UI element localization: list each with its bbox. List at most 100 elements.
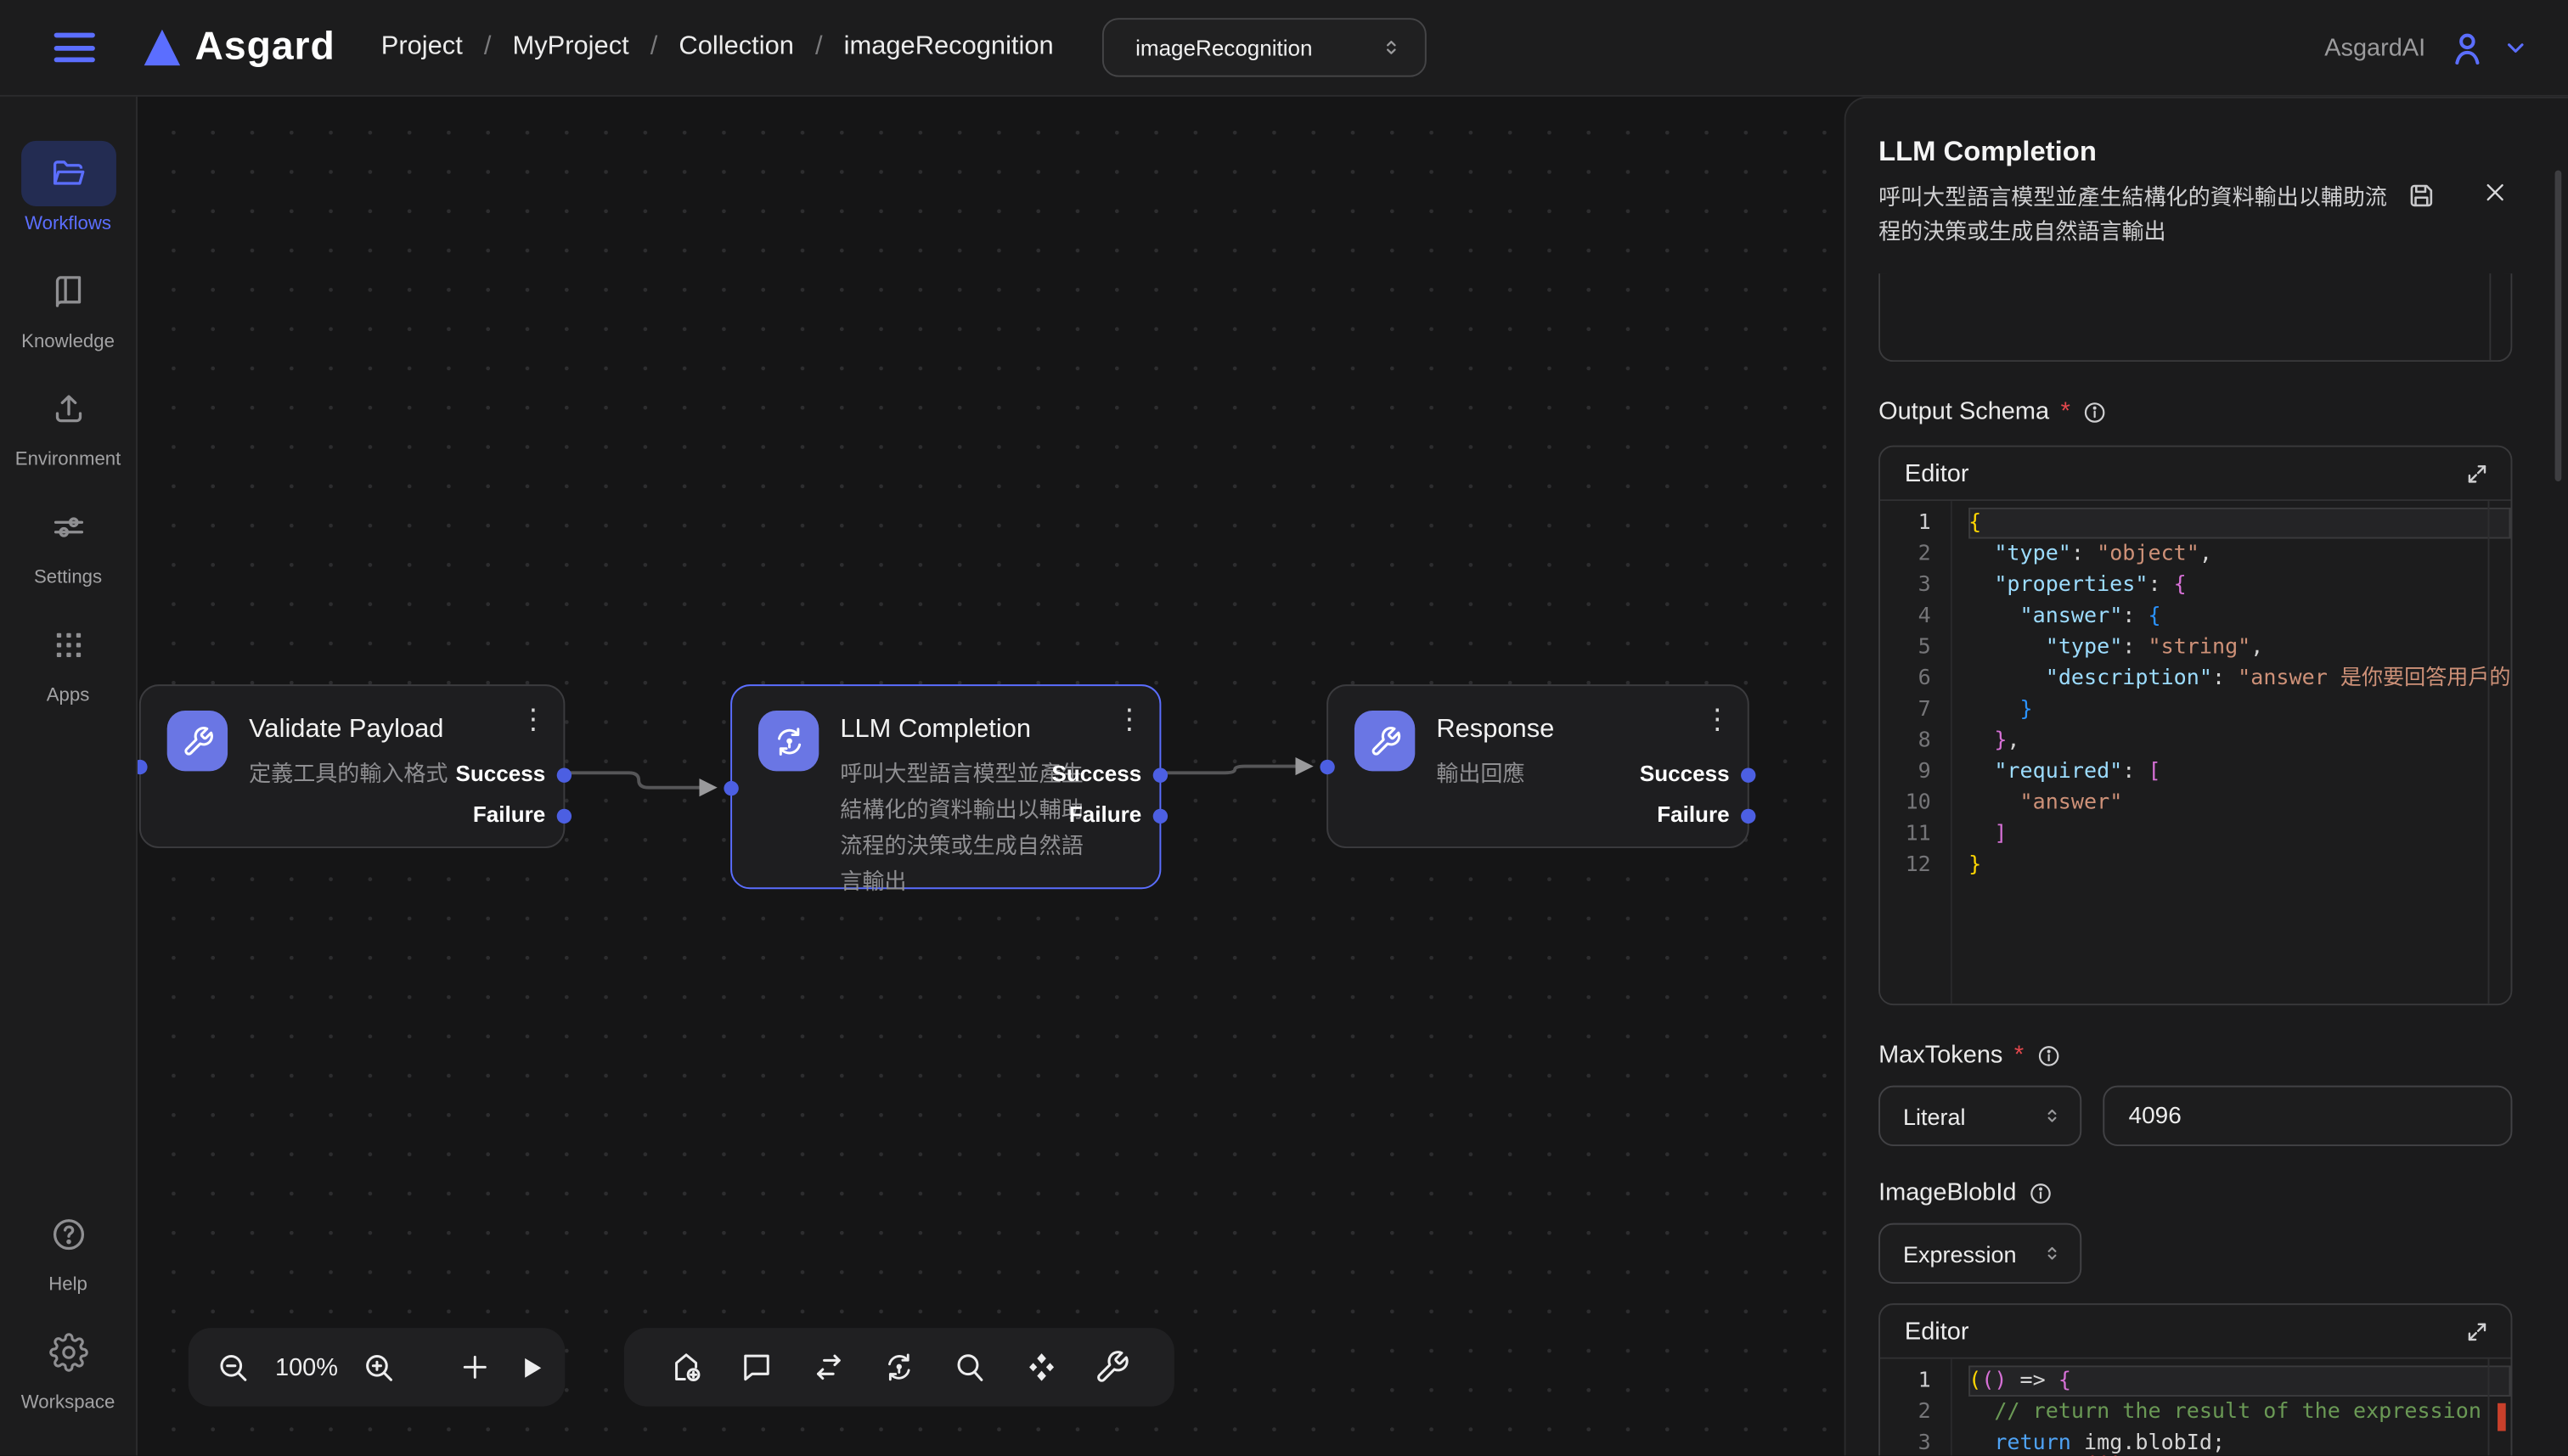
port-success[interactable]: [557, 767, 572, 782]
sidebar-item-label: Workspace: [21, 1393, 115, 1413]
sidebar-item-apps[interactable]: Apps: [8, 612, 129, 706]
breadcrumb-separator: /: [650, 33, 658, 63]
port-label-success: Success: [456, 762, 546, 786]
node-config-panel: LLM Completion 呼叫大型語言模型並產生結構化的資料輸出以輔助流程的…: [1844, 97, 2568, 1456]
swap-arrows-icon[interactable]: [810, 1349, 846, 1385]
code-editor[interactable]: 1234 (() => { // return the result of th…: [1880, 1359, 2510, 1456]
info-icon[interactable]: [2081, 399, 2108, 425]
node-llm-completion[interactable]: LLM Completion 呼叫大型語言模型並產生結構化的資料輸出以輔助流程的…: [730, 684, 1161, 889]
image-blob-id-controls: Expression: [1878, 1223, 2512, 1284]
workflow-select[interactable]: imageRecognition: [1103, 18, 1428, 76]
field-label-text: MaxTokens: [1878, 1042, 2002, 1070]
brand-logo: Asgard: [144, 25, 335, 70]
sidebar-item-label: Apps: [47, 686, 90, 706]
port-input[interactable]: [724, 781, 738, 795]
panel-description: 呼叫大型語言模型並產生結構化的資料輸出以輔助流程的決策或生成自然語言輸出: [1878, 180, 2402, 249]
breadcrumb-workflow[interactable]: imageRecognition: [844, 33, 1054, 63]
chevron-updown-icon: [2042, 1241, 2062, 1266]
breadcrumb: Project / MyProject / Collection / image…: [381, 33, 1054, 63]
wrench-icon: [1354, 711, 1415, 771]
sidebar-item-settings[interactable]: Settings: [8, 494, 129, 587]
close-icon[interactable]: [2483, 180, 2508, 205]
panel-title: LLM Completion: [1878, 136, 2512, 169]
sidebar-item-label: Settings: [34, 568, 102, 587]
kebab-menu-icon[interactable]: ⋮: [1704, 706, 1732, 734]
tools-wrench-icon[interactable]: [1095, 1349, 1130, 1385]
code-editor[interactable]: 123456789101112 { "type": "object", "pro…: [1880, 501, 2510, 1003]
kebab-menu-icon[interactable]: ⋮: [1115, 706, 1143, 734]
info-icon[interactable]: [2028, 1180, 2054, 1206]
node-subtitle: 定義工具的輸入格式: [249, 756, 448, 792]
required-asterisk: *: [2014, 1042, 2024, 1070]
comment-icon[interactable]: [739, 1349, 774, 1385]
sidebar-item-workflows[interactable]: Workflows: [8, 141, 129, 234]
save-icon[interactable]: [2406, 180, 2437, 211]
port-failure[interactable]: [1153, 808, 1168, 823]
menu-icon[interactable]: [54, 33, 95, 63]
image-blob-id-mode-select[interactable]: Expression: [1878, 1223, 2081, 1284]
editor-title: Editor: [1905, 1318, 1969, 1346]
add-icon[interactable]: [459, 1351, 493, 1384]
max-tokens-input[interactable]: [2103, 1086, 2513, 1146]
port-success[interactable]: [1741, 767, 1755, 782]
top-navbar: Asgard Project / MyProject / Collection …: [0, 0, 2568, 97]
scrolled-field-partial[interactable]: [1878, 273, 2512, 362]
upload-icon: [20, 377, 115, 442]
add-node-icon[interactable]: [667, 1349, 703, 1385]
field-label-text: Output Schema: [1878, 398, 2049, 426]
zoom-in-icon[interactable]: [363, 1350, 397, 1385]
grid-dots-icon: [20, 612, 115, 677]
port-label-failure: Failure: [473, 802, 545, 827]
select-value: Expression: [1903, 1240, 2017, 1267]
node-response[interactable]: Response 輸出回應 ⋮ Success Failure: [1326, 684, 1749, 848]
user-avatar-icon[interactable]: [2447, 27, 2487, 68]
app: Asgard Project / MyProject / Collection …: [0, 0, 2568, 1455]
navbar-right: AsgardAI: [2324, 27, 2528, 68]
book-icon: [20, 259, 115, 324]
breadcrumb-separator: /: [484, 33, 492, 63]
info-icon[interactable]: [2036, 1043, 2062, 1069]
sidebar-item-help[interactable]: Help: [8, 1202, 129, 1296]
expand-icon[interactable]: [2464, 1318, 2489, 1343]
port-failure[interactable]: [1741, 808, 1755, 823]
chevron-down-icon[interactable]: [2503, 34, 2529, 60]
port-input[interactable]: [1320, 760, 1334, 774]
expand-icon[interactable]: [2464, 461, 2489, 486]
port-label-failure: Failure: [1069, 802, 1141, 827]
max-tokens-controls: Literal: [1878, 1086, 2512, 1146]
editor-header: Editor: [1880, 447, 2510, 501]
sidebar-item-label: Environment: [15, 450, 121, 469]
editor-title: Editor: [1905, 459, 1969, 487]
zoom-out-icon[interactable]: [217, 1350, 251, 1385]
auto-layout-icon[interactable]: [1023, 1349, 1059, 1385]
max-tokens-mode-select[interactable]: Literal: [1878, 1086, 2081, 1146]
chevron-updown-icon: [1381, 34, 1402, 60]
breadcrumb-project[interactable]: Project: [381, 33, 463, 63]
chevron-updown-icon: [2041, 1104, 2061, 1128]
workflow-select-value: imageRecognition: [1135, 35, 1312, 59]
node-validate-payload[interactable]: Validate Payload 定義工具的輸入格式 ⋮ Success Fai…: [139, 684, 565, 848]
breadcrumb-myproject[interactable]: MyProject: [513, 33, 629, 63]
sidebar-item-label: Knowledge: [21, 332, 115, 351]
wrench-icon: [167, 711, 228, 771]
sidebar-item-knowledge[interactable]: Knowledge: [8, 259, 129, 352]
port-failure[interactable]: [557, 808, 572, 823]
image-blob-id-editor: Editor 1234 (() => { // return the resul…: [1878, 1303, 2512, 1455]
field-scrollbar: [2489, 273, 2491, 360]
panel-scrollbar[interactable]: [2555, 171, 2562, 481]
code-content[interactable]: { "type": "object", "properties": { "ans…: [1952, 501, 2511, 1003]
llm-icon: [758, 711, 819, 771]
llm-tool-icon[interactable]: [881, 1349, 917, 1385]
port-success[interactable]: [1153, 767, 1168, 782]
breadcrumb-separator: /: [815, 33, 823, 63]
run-play-icon[interactable]: [516, 1352, 548, 1383]
sidebar-item-workspace[interactable]: Workspace: [8, 1319, 129, 1413]
help-icon: [20, 1202, 115, 1268]
kebab-menu-icon[interactable]: ⋮: [519, 706, 547, 734]
output-schema-editor: Editor 123456789101112 { "type": "object…: [1878, 446, 2512, 1006]
node-title: Validate Payload: [249, 716, 448, 745]
sidebar-item-environment[interactable]: Environment: [8, 377, 129, 470]
code-content[interactable]: (() => { // return the result of the exp…: [1952, 1359, 2511, 1456]
breadcrumb-collection[interactable]: Collection: [679, 33, 794, 63]
search-icon[interactable]: [952, 1349, 988, 1385]
